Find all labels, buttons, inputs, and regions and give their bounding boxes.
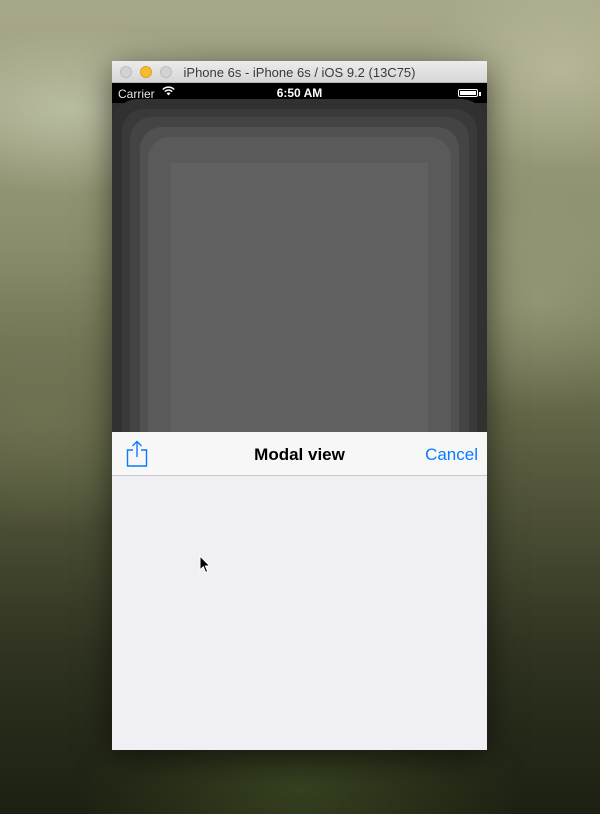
battery-icon [458,89,478,97]
modal-sheet: Modal view Cancel [112,432,487,750]
simulator-window: iPhone 6s - iPhone 6s / iOS 9.2 (13C75) … [112,61,487,750]
status-time: 6:50 AM [276,86,323,100]
device-screen: Carrier 6:50 AM Modal view Cancel [112,83,487,750]
mouse-pointer-icon [199,555,211,573]
window-titlebar[interactable]: iPhone 6s - iPhone 6s / iOS 9.2 (13C75) [112,61,487,83]
battery-tip [479,92,481,96]
modal-navigation-bar: Modal view Cancel [112,432,487,476]
battery-level [460,91,476,95]
cancel-button[interactable]: Cancel [425,445,478,465]
window-title: iPhone 6s - iPhone 6s / iOS 9.2 (13C75) [183,65,416,80]
